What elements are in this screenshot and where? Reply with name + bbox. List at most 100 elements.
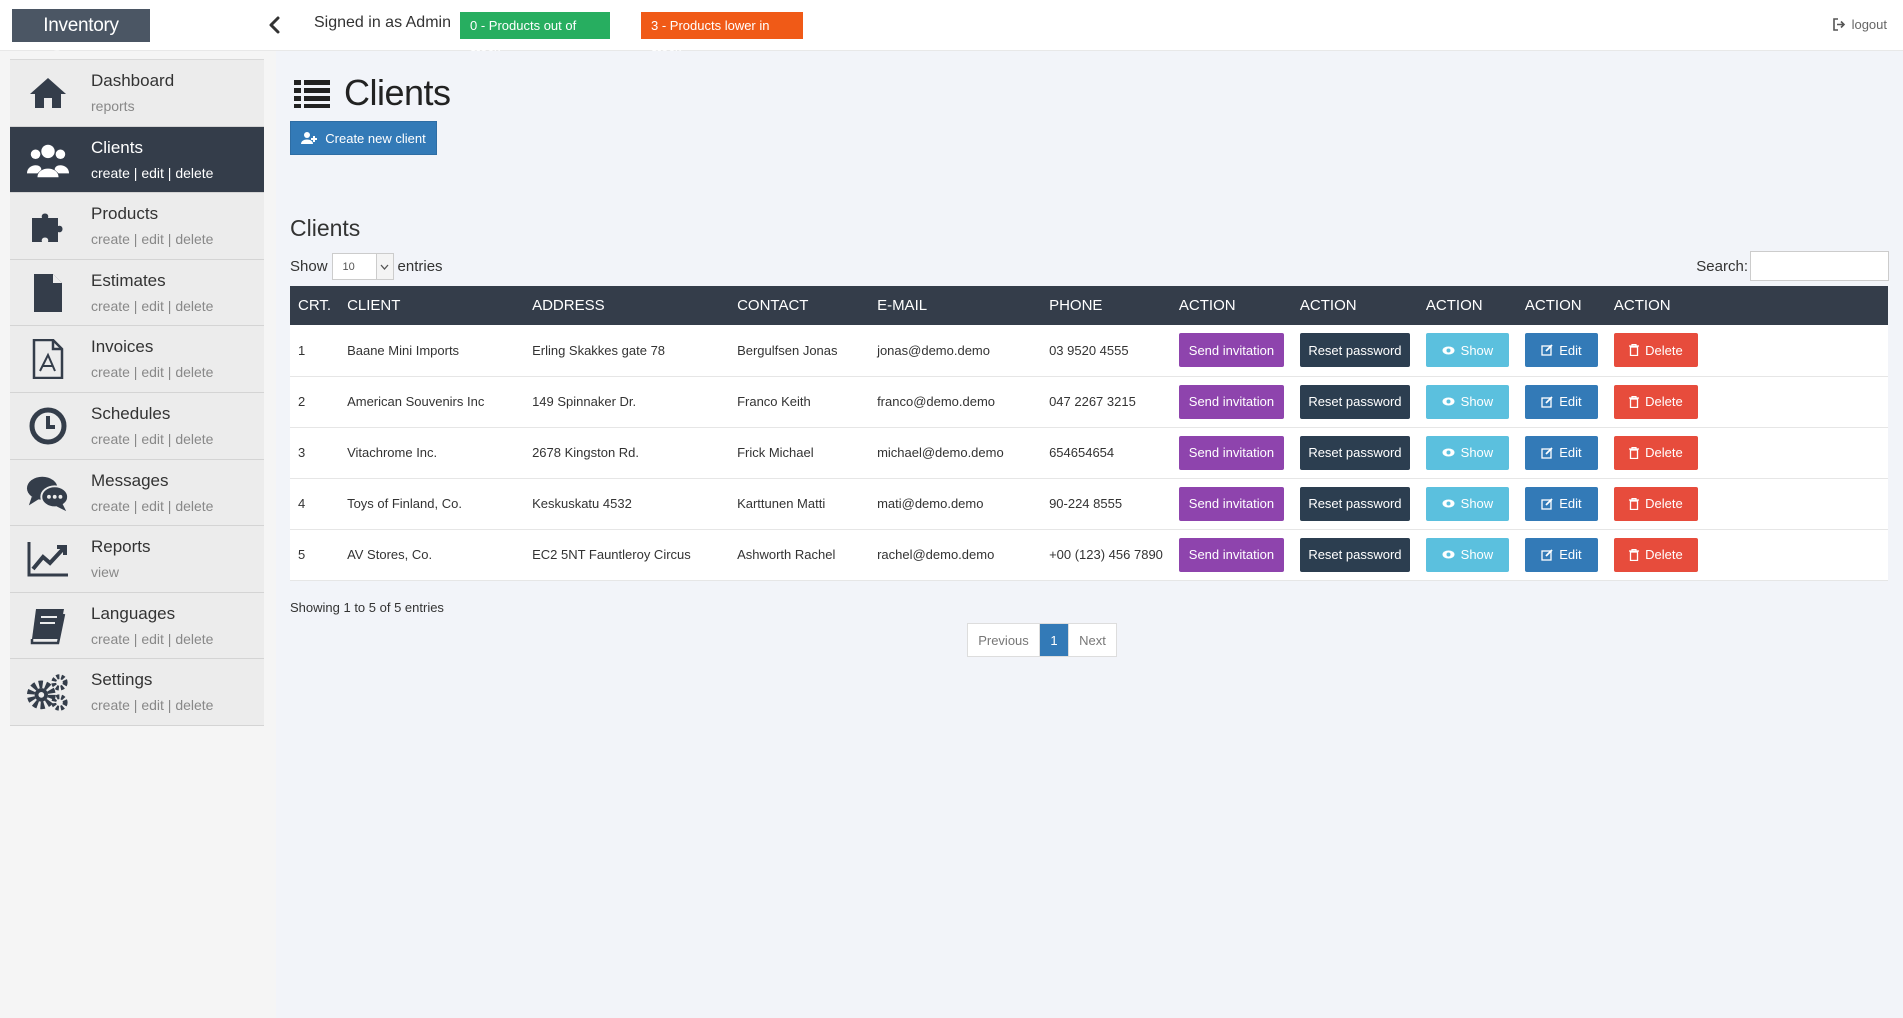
main-content: Clients Create new client Clients Show 1… bbox=[276, 51, 1903, 1018]
column-header: ACTION bbox=[1299, 297, 1357, 314]
show-label: Show bbox=[1460, 342, 1494, 358]
column-header[interactable]: CLIENT bbox=[339, 286, 524, 325]
delete-label: Delete bbox=[1645, 445, 1683, 460]
column-header[interactable]: CONTACT bbox=[729, 286, 869, 325]
column-header: ACTION bbox=[1524, 297, 1582, 314]
entries-select-value: 10 bbox=[342, 260, 355, 273]
logout-label: logout bbox=[1851, 17, 1887, 32]
pdf-file-icon bbox=[26, 338, 70, 380]
reset-password-button[interactable]: Reset password bbox=[1299, 435, 1410, 470]
sidebar-item-title: Estimates bbox=[91, 270, 166, 290]
table-row: 4 Toys of Finland, Co. Keskuskatu 4532 K… bbox=[290, 478, 1888, 529]
sidebar-item-reports[interactable]: Reports view bbox=[10, 526, 264, 593]
sidebar-item-sub: create | edit | delete bbox=[91, 497, 214, 514]
reset-password-button[interactable]: Reset password bbox=[1299, 333, 1410, 368]
cell-phone: 654654654 bbox=[1049, 445, 1115, 460]
pagination-next[interactable]: Next bbox=[1068, 624, 1116, 656]
cell-crt: 3 bbox=[298, 445, 306, 460]
sidebar-item-title: Languages bbox=[91, 603, 176, 623]
column-header[interactable]: ADDRESS bbox=[524, 286, 729, 325]
send-invitation-button[interactable]: Send invitation bbox=[1178, 384, 1284, 419]
cell-crt: 4 bbox=[298, 496, 306, 511]
delete-button[interactable]: Delete bbox=[1613, 486, 1698, 521]
delete-button[interactable]: Delete bbox=[1613, 333, 1698, 368]
sidebar-item-title: Products bbox=[91, 204, 159, 224]
eye-icon bbox=[1442, 448, 1455, 457]
column-header[interactable]: E-MAIL bbox=[869, 286, 1041, 325]
sidebar-item-settings[interactable]: Settings create | edit | delete bbox=[10, 659, 264, 726]
send-invitation-button[interactable]: Send invitation bbox=[1178, 333, 1284, 368]
sidebar-item-invoices[interactable]: Invoices create | edit | delete bbox=[10, 326, 264, 393]
file-icon bbox=[26, 272, 70, 314]
sidebar-item-messages[interactable]: Messages create | edit | delete bbox=[10, 459, 264, 527]
reset-password-button[interactable]: Reset password bbox=[1299, 537, 1410, 572]
sidebar-item-title: Dashboard bbox=[91, 71, 175, 90]
section-title: Clients bbox=[290, 215, 361, 241]
sidebar-item-title: Settings bbox=[91, 670, 153, 690]
edit-button[interactable]: Edit bbox=[1524, 384, 1598, 419]
search-input[interactable] bbox=[1750, 251, 1889, 281]
page-title-text: Clients bbox=[344, 72, 451, 113]
column-header: ACTION bbox=[1613, 297, 1671, 314]
column-header[interactable]: CRT. bbox=[290, 286, 339, 325]
list-icon bbox=[294, 80, 330, 108]
trash-icon bbox=[1629, 548, 1640, 561]
cell-phone: +00 (123) 456 7890 bbox=[1049, 547, 1163, 562]
cell-phone: 03 9520 4555 bbox=[1049, 342, 1129, 358]
show-button[interactable]: Show bbox=[1425, 537, 1509, 572]
pagination-page-1[interactable]: 1 bbox=[1040, 624, 1068, 656]
logout-link[interactable]: logout bbox=[1832, 17, 1887, 32]
cell-client: Baane Mini Imports bbox=[347, 342, 460, 358]
delete-button[interactable]: Delete bbox=[1613, 435, 1698, 470]
column-header[interactable]: PHONE bbox=[1041, 286, 1171, 325]
show-button[interactable]: Show bbox=[1425, 384, 1509, 419]
send-invitation-button[interactable]: Send invitation bbox=[1178, 537, 1284, 572]
send-invitation-button[interactable]: Send invitation bbox=[1178, 486, 1284, 521]
create-client-button[interactable]: Create new client bbox=[290, 121, 437, 155]
entries-select[interactable]: 10 bbox=[331, 253, 394, 280]
signed-in-text: Signed in as Admin bbox=[314, 14, 451, 31]
pagination-previous[interactable]: Previous bbox=[968, 624, 1040, 656]
delete-label: Delete bbox=[1645, 342, 1683, 358]
clients-table: CRT. CLIENT ADDRESS CONTACT E-MAIL PHONE… bbox=[290, 286, 1888, 581]
delete-button[interactable]: Delete bbox=[1613, 537, 1698, 572]
cell-client: AV Stores, Co. bbox=[347, 547, 433, 562]
delete-label: Delete bbox=[1645, 394, 1683, 409]
sidebar-item-schedules[interactable]: Schedules create | edit | delete bbox=[10, 392, 264, 460]
edit-label: Edit bbox=[1559, 342, 1582, 358]
edit-button[interactable]: Edit bbox=[1524, 333, 1598, 368]
cell-email: michael@demo.demo bbox=[877, 445, 1004, 460]
sidebar-item-dashboard[interactable]: Dashboard reports bbox=[10, 60, 264, 127]
sidebar-item-title: Clients bbox=[91, 137, 143, 157]
show-button[interactable]: Show bbox=[1425, 486, 1509, 521]
app-brand[interactable]: Inventory System bbox=[12, 9, 150, 69]
eye-icon bbox=[1442, 346, 1455, 355]
edit-button[interactable]: Edit bbox=[1524, 486, 1598, 521]
show-button[interactable]: Show bbox=[1425, 435, 1509, 470]
low-stock-badge[interactable]: 3 - Products lower in stock bbox=[641, 12, 803, 60]
home-icon bbox=[26, 72, 70, 114]
sidebar-item-estimates[interactable]: Estimates create | edit | delete bbox=[10, 259, 264, 327]
out-of-stock-badge[interactable]: 0 - Products out of stock bbox=[460, 12, 610, 60]
sidebar-item-sub: create | edit | delete bbox=[91, 164, 214, 181]
reset-password-button[interactable]: Reset password bbox=[1299, 486, 1410, 521]
add-user-icon bbox=[301, 132, 318, 144]
sidebar-item-products[interactable]: Products create | edit | delete bbox=[10, 193, 264, 260]
cell-address: Keskuskatu 4532 bbox=[532, 496, 632, 511]
sidebar-collapse-button[interactable] bbox=[264, 14, 286, 36]
sidebar-item-clients[interactable]: Clients create | edit | delete bbox=[10, 126, 264, 194]
delete-label: Delete bbox=[1645, 496, 1683, 511]
delete-button[interactable]: Delete bbox=[1613, 384, 1698, 419]
show-button[interactable]: Show bbox=[1425, 333, 1509, 368]
sidebar-item-sub: reports bbox=[91, 98, 135, 114]
edit-button[interactable]: Edit bbox=[1524, 435, 1598, 470]
cell-contact: Franco Keith bbox=[737, 394, 811, 409]
reset-password-button[interactable]: Reset password bbox=[1299, 384, 1410, 419]
sidebar-item-languages[interactable]: Languages create | edit | delete bbox=[10, 592, 264, 660]
send-invitation-button[interactable]: Send invitation bbox=[1178, 435, 1284, 470]
sidebar-item-sub: create | edit | delete bbox=[91, 630, 214, 647]
entries-label: entries bbox=[397, 258, 443, 275]
edit-button[interactable]: Edit bbox=[1524, 537, 1598, 572]
cell-email: rachel@demo.demo bbox=[877, 547, 995, 562]
cell-crt: 5 bbox=[298, 547, 306, 562]
